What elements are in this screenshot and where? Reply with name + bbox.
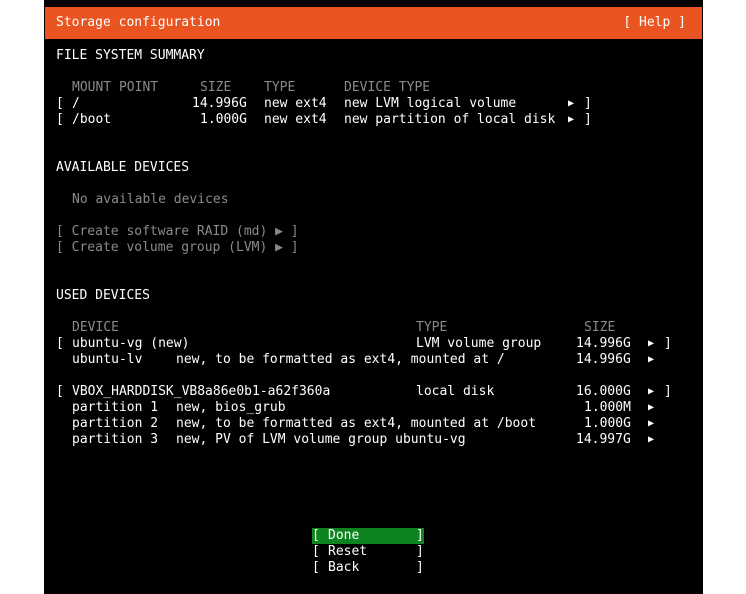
terminal-window: Storage configuration [ Help ] FILE SYST… — [44, 0, 703, 594]
expand-arrow-icon[interactable]: ▶ — [568, 96, 574, 112]
expand-arrow-icon[interactable]: ▶ — [568, 112, 574, 128]
child-desc: new, bios_grub — [176, 400, 286, 415]
device-name: VBOX_HARDDISK_VB8a86e0b1-a62f360a — [72, 384, 331, 399]
available-devices-heading: AVAILABLE DEVICES — [56, 160, 190, 175]
button-close-bracket: ] — [416, 560, 424, 575]
fs-col-mount-point: MOUNT POINT — [72, 80, 159, 95]
child-desc: new, to be formatted as ext4, mounted at… — [176, 416, 537, 431]
no-devices-message: No available devices — [72, 192, 229, 207]
device-name: ubuntu-vg (new) — [72, 336, 190, 351]
child-desc: new, PV of LVM volume group ubuntu-vg — [176, 432, 466, 447]
fs-device-type: new partition of local disk — [344, 112, 556, 127]
child-size: 14.997G — [576, 432, 631, 447]
child-name: partition 2 — [72, 416, 159, 431]
fs-col-type: TYPE — [264, 80, 296, 95]
used-col-type: TYPE — [416, 320, 448, 335]
expand-arrow-icon[interactable]: ▶ — [648, 416, 654, 432]
fs-size: 1.000G — [200, 112, 247, 127]
child-desc: new, to be formatted as ext4, mounted at… — [176, 352, 505, 367]
fs-col-size: SIZE — [200, 80, 232, 95]
reset-label: Reset — [328, 544, 368, 559]
page-title: Storage configuration — [56, 15, 221, 30]
expand-arrow-icon[interactable]: ▶ — [648, 432, 654, 448]
fs-device-type: new LVM logical volume — [344, 96, 517, 111]
used-col-size: SIZE — [584, 320, 616, 335]
child-size: 1.000G — [584, 416, 631, 431]
used-devices-heading: USED DEVICES — [56, 288, 150, 303]
device-type: local disk — [416, 384, 495, 399]
button-open-bracket: [ — [312, 528, 320, 543]
device-type: LVM volume group — [416, 336, 542, 351]
create-volume-group-button[interactable]: [ Create volume group (LVM) ▶ ] — [56, 240, 299, 256]
fs-mount: / — [72, 96, 80, 111]
button-close-bracket: ] — [416, 528, 424, 543]
expand-arrow-icon[interactable]: ▶ — [648, 336, 654, 352]
fs-type: new ext4 — [264, 112, 327, 127]
help-button[interactable]: [ Help ] — [623, 15, 686, 30]
row-open-bracket: [ — [56, 336, 64, 351]
button-open-bracket: [ — [312, 560, 320, 575]
used-col-device: DEVICE — [72, 320, 119, 335]
create-raid-button[interactable]: [ Create software RAID (md) ▶ ] — [56, 224, 299, 240]
fs-size: 14.996G — [192, 96, 247, 111]
done-label: Done — [328, 528, 360, 543]
row-open-bracket: [ — [56, 112, 64, 127]
fs-type: new ext4 — [264, 96, 327, 111]
child-size: 14.996G — [576, 352, 631, 367]
child-name: partition 1 — [72, 400, 159, 415]
expand-arrow-icon[interactable]: ▶ — [648, 352, 654, 368]
device-size: 16.000G — [576, 384, 631, 399]
child-name: partition 3 — [72, 432, 159, 447]
row-open-bracket: [ — [56, 384, 64, 399]
row-close-bracket: ] — [584, 96, 592, 111]
fs-col-device-type: DEVICE TYPE — [344, 80, 431, 95]
row-close-bracket: ] — [664, 336, 672, 351]
device-size: 14.996G — [576, 336, 631, 351]
child-name: ubuntu-lv — [72, 352, 143, 367]
row-close-bracket: ] — [664, 384, 672, 399]
fs-mount: /boot — [72, 112, 112, 127]
fs-summary-heading: FILE SYSTEM SUMMARY — [56, 48, 205, 63]
button-open-bracket: [ — [312, 544, 320, 559]
row-open-bracket: [ — [56, 96, 64, 111]
child-size: 1.000M — [584, 400, 631, 415]
row-close-bracket: ] — [584, 112, 592, 127]
expand-arrow-icon[interactable]: ▶ — [648, 384, 654, 400]
title-bar: Storage configuration [ Help ] — [45, 7, 702, 39]
expand-arrow-icon[interactable]: ▶ — [648, 400, 654, 416]
button-close-bracket: ] — [416, 544, 424, 559]
back-label: Back — [328, 560, 360, 575]
